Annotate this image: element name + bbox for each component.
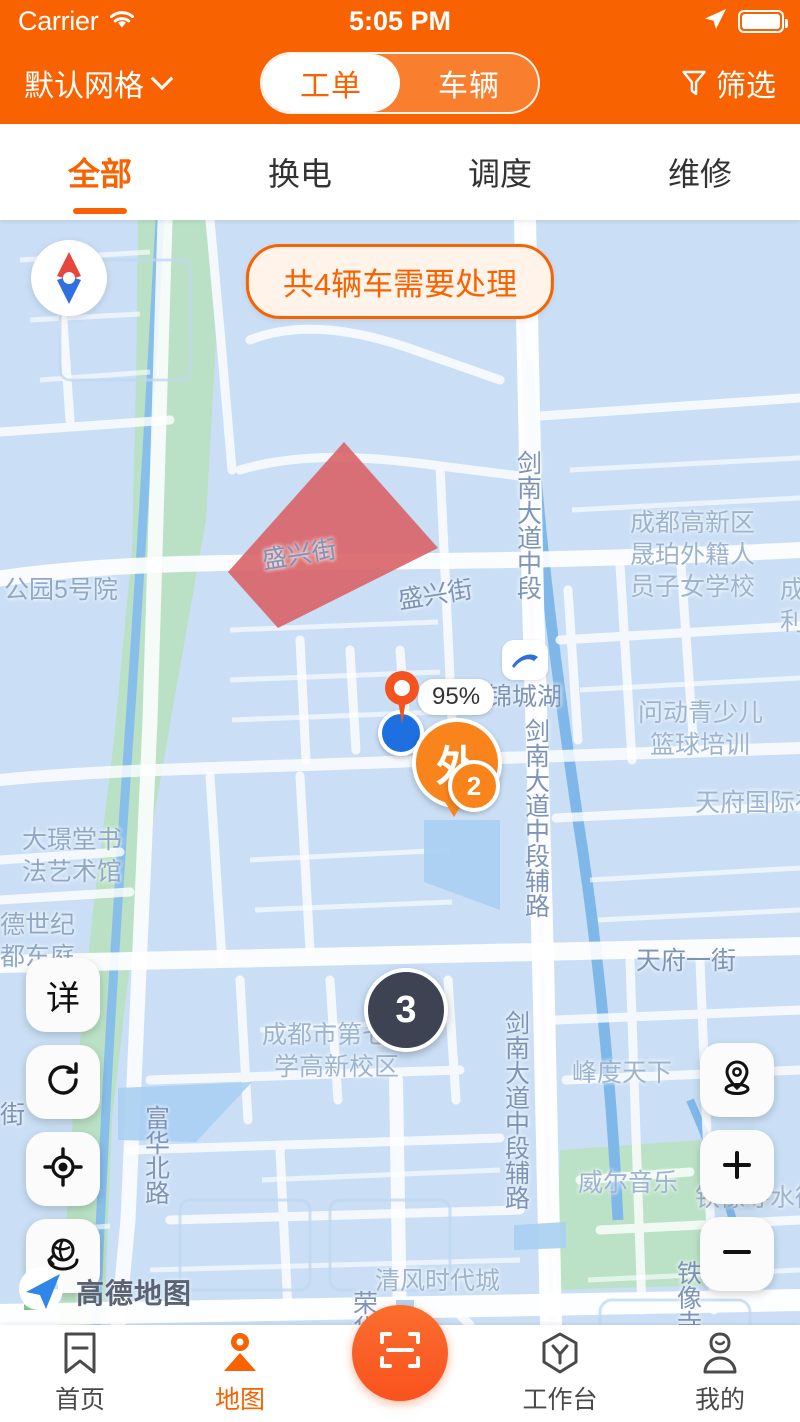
- nav-label-profile: 我的: [694, 1386, 745, 1414]
- map-basemap: [0, 220, 800, 1325]
- map-pin-icon: [717, 1058, 757, 1103]
- status-time: 5:05 PM: [348, 5, 452, 36]
- segmented-control[interactable]: 工单 车辆: [260, 52, 540, 114]
- chevron-down-icon: [150, 67, 174, 91]
- app-root: Carrier 5:05 PM 默认网格 工单 车辆 筛选 全部 换电 调度 维…: [0, 0, 800, 1422]
- refresh-icon: [43, 1060, 83, 1105]
- vehicle-pin-marker[interactable]: [381, 670, 423, 726]
- tab-battery-swap[interactable]: 换电: [200, 124, 400, 220]
- nav-label-workbench: 工作台: [522, 1386, 598, 1414]
- nav-item-profile[interactable]: 我的: [640, 1325, 800, 1422]
- zoom-out-button[interactable]: [700, 1217, 774, 1291]
- map-canvas[interactable]: 公园5号院 大璟堂书 法艺术馆 德世纪 都东庭 盛兴街 盛兴街 锦城湖 成都高新…: [0, 220, 800, 1325]
- location-arrow-icon: [702, 6, 728, 37]
- battery-percent-label: 95%: [418, 679, 495, 715]
- locate-button[interactable]: [26, 1132, 100, 1206]
- crosshair-icon: [43, 1146, 83, 1192]
- minus-icon: [717, 1232, 757, 1277]
- grid-selector-label: 默认网格: [24, 70, 144, 103]
- segment-vehicles[interactable]: 车辆: [400, 54, 538, 112]
- nav-label-home: 首页: [54, 1386, 105, 1414]
- compass-icon[interactable]: [31, 240, 107, 316]
- map-cluster-marker[interactable]: 3: [364, 968, 448, 1052]
- filter-button[interactable]: 筛选: [682, 61, 776, 105]
- vehicle-cluster-badge[interactable]: 2: [448, 760, 500, 812]
- refresh-button[interactable]: [26, 1045, 100, 1119]
- zoom-in-button[interactable]: [700, 1130, 774, 1204]
- map-attribution: 高德地图: [16, 1264, 192, 1319]
- status-bar: Carrier 5:05 PM: [0, 0, 800, 42]
- filter-label: 筛选: [716, 70, 776, 103]
- map-cluster-count: 3: [395, 988, 417, 1031]
- vehicle-cluster-badge-count: 2: [466, 770, 482, 801]
- nav-item-map[interactable]: 地图: [160, 1325, 320, 1422]
- nav-label-map: 地图: [214, 1386, 265, 1414]
- plus-icon: [717, 1145, 757, 1190]
- battery-full-icon: [738, 9, 788, 33]
- scan-button[interactable]: [352, 1305, 448, 1401]
- funnel-icon: [682, 70, 706, 96]
- app-header: 默认网格 工单 车辆 筛选: [0, 42, 800, 124]
- amap-logo-icon: [16, 1264, 66, 1319]
- poi-marker-icon: [502, 640, 548, 680]
- amap-label: 高德地图: [76, 1277, 193, 1309]
- tab-all[interactable]: 全部: [0, 124, 200, 220]
- segment-work-orders[interactable]: 工单: [262, 54, 400, 112]
- category-tabs: 全部 换电 调度 维修: [0, 124, 800, 220]
- detail-button[interactable]: 详: [26, 958, 100, 1032]
- nav-item-scan-wrapper: [320, 1305, 480, 1422]
- status-bar-right: [702, 6, 788, 37]
- hexagon-y-icon: [538, 1331, 582, 1375]
- scan-icon: [376, 1326, 424, 1381]
- bookmark-icon: [58, 1331, 102, 1375]
- marker-toggle-button[interactable]: [700, 1043, 774, 1117]
- tab-maintenance[interactable]: 维修: [600, 124, 800, 220]
- alert-banner[interactable]: 共4辆车需要处理: [245, 244, 555, 319]
- bottom-navigation: 首页 地图 工作台 我的: [0, 1305, 800, 1422]
- map-pin-icon: [218, 1331, 262, 1375]
- nav-item-home[interactable]: 首页: [0, 1325, 160, 1422]
- nav-item-workbench[interactable]: 工作台: [480, 1325, 640, 1422]
- grid-selector[interactable]: 默认网格: [24, 61, 174, 105]
- person-icon: [698, 1331, 742, 1375]
- detail-button-label: 详: [46, 979, 80, 1018]
- tab-dispatch[interactable]: 调度: [400, 124, 600, 220]
